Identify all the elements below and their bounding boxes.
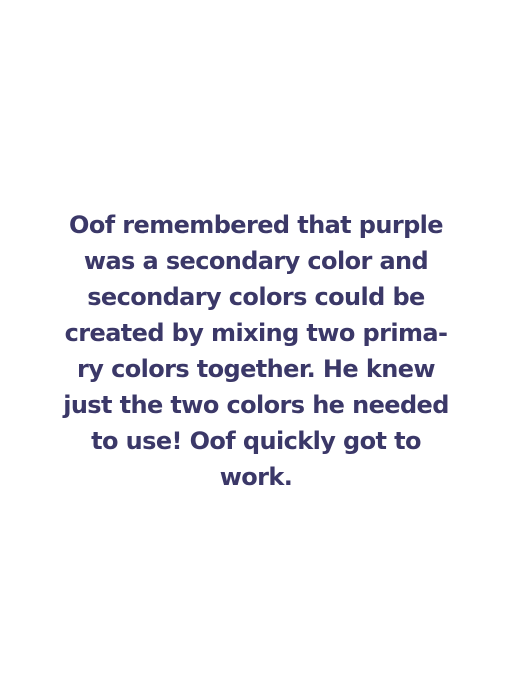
story-line-6: just the two colors he needed [63, 391, 449, 419]
story-line-7: to use! Oof quickly got to [91, 427, 421, 455]
book-page: Oof remembered that purple was a seconda… [0, 0, 512, 700]
story-line-2: was a secondary color and [83, 247, 429, 275]
story-line-1: Oof remembered that purple [69, 211, 444, 239]
story-line-4: created by mixing two prima- [64, 319, 448, 347]
story-line-8: work. [219, 463, 293, 491]
story-line-3: secondary colors could be [87, 283, 425, 311]
story-paragraph: Oof remembered that purple was a seconda… [40, 207, 472, 495]
story-line-5: ry colors together. He knew [77, 355, 436, 383]
